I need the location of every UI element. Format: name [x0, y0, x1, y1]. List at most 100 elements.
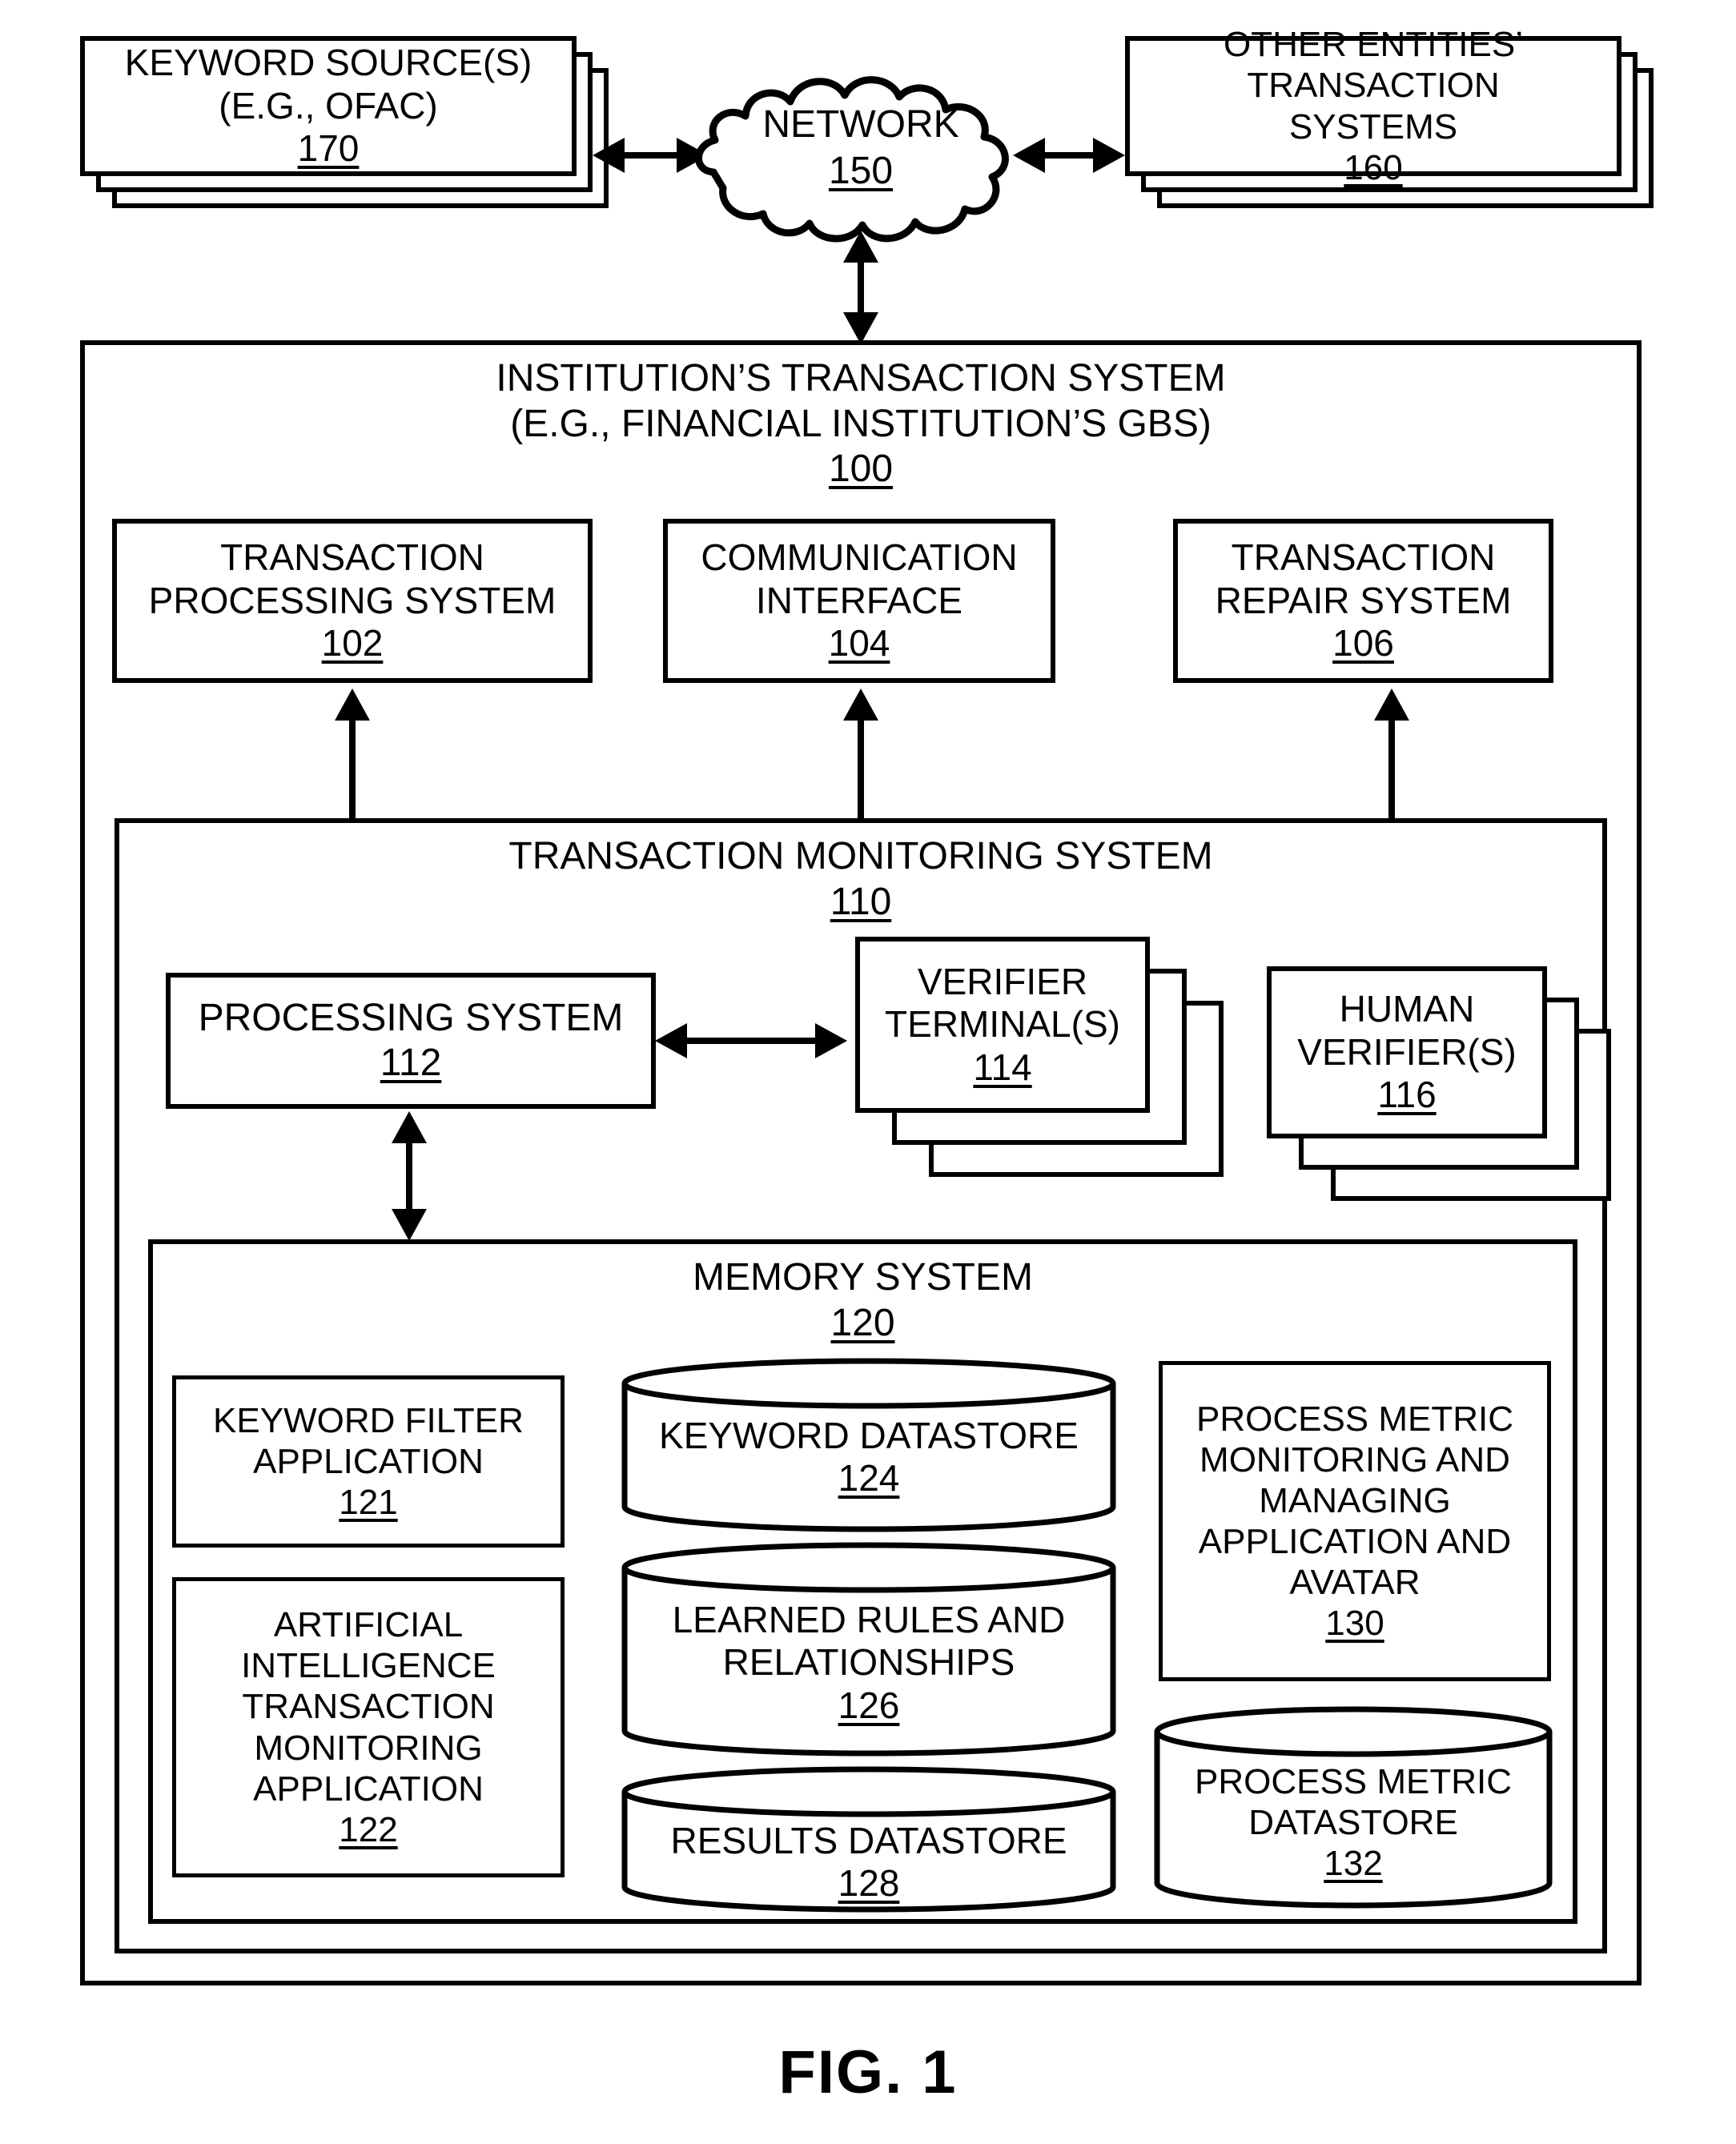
- memory-system-ref: 120: [830, 1301, 895, 1344]
- institution-ref: 100: [828, 448, 894, 491]
- monitoring-title-label: TRANSACTION MONITORING SYSTEM: [508, 835, 1213, 877]
- other-entities-label-line1: OTHER ENTITIES’: [1223, 25, 1524, 65]
- process-metric-application-line2: MONITORING AND: [1200, 1439, 1510, 1480]
- arrowhead-left-keyword-sources: [593, 138, 625, 173]
- transaction-repair-system-line2: REPAIR SYSTEM: [1215, 579, 1512, 621]
- process-metric-application-ref: 130: [1325, 1604, 1384, 1644]
- arrowhead-right-other-entities: [1093, 138, 1125, 173]
- other-entities-label-line2: TRANSACTION: [1247, 66, 1500, 106]
- process-metric-application-line3: MANAGING: [1259, 1480, 1451, 1520]
- results-datastore-text: RESULTS DATASTORE 128: [621, 1820, 1117, 1905]
- learned-rules-ref: 126: [838, 1684, 900, 1726]
- keyword-sources-ref: 170: [297, 127, 360, 170]
- institution-title-line2: (E.G., FINANCIAL INSTITUTION’S GBS): [510, 402, 1212, 445]
- keyword-sources-label-line2: (E.G., OFAC): [219, 84, 438, 126]
- keyword-filter-application-box: KEYWORD FILTER APPLICATION 121: [172, 1375, 565, 1548]
- ai-application-line1: ARTIFICIAL: [273, 1605, 464, 1645]
- communication-interface-box: COMMUNICATION INTERFACE 104: [663, 519, 1055, 683]
- arrowhead-left-processing-system: [655, 1023, 687, 1058]
- human-verifiers-line2: VERIFIER(S): [1297, 1030, 1517, 1073]
- process-metric-datastore-line1: PROCESS METRIC: [1194, 1762, 1513, 1801]
- connector-processing-verifier: [671, 1038, 839, 1044]
- verifier-terminals-ref: 114: [973, 1046, 1032, 1088]
- verifier-terminals-box: VERIFIER TERMINAL(S) 114: [855, 937, 1150, 1113]
- transaction-processing-system-line1: TRANSACTION: [220, 536, 484, 579]
- other-entities-label-line3: SYSTEMS: [1288, 106, 1458, 147]
- arrowhead-up-to-network: [843, 231, 878, 263]
- network-label: NETWORK: [762, 103, 959, 146]
- network-cloud-text: NETWORK 150: [685, 102, 1037, 194]
- human-verifiers-ref: 116: [1377, 1074, 1437, 1116]
- network-cloud: NETWORK 150: [685, 60, 1037, 248]
- keyword-filter-application-line1: KEYWORD FILTER: [213, 1400, 524, 1440]
- transaction-monitoring-system-title: TRANSACTION MONITORING SYSTEM 110: [115, 834, 1607, 925]
- results-datastore-line1: RESULTS DATASTORE: [670, 1820, 1067, 1861]
- transaction-repair-system-box: TRANSACTION REPAIR SYSTEM 106: [1173, 519, 1553, 683]
- arrowhead-right-verifier-terminal: [815, 1023, 847, 1058]
- figure-caption: FIG. 1: [778, 2038, 958, 2106]
- results-datastore-cylinder: RESULTS DATASTORE 128: [621, 1765, 1117, 1913]
- keyword-filter-application-ref: 121: [339, 1483, 398, 1523]
- results-datastore-ref: 128: [838, 1862, 900, 1905]
- keyword-sources-label-line1: KEYWORD SOURCE(S): [124, 42, 532, 84]
- process-metric-datastore-text: PROCESS METRIC DATASTORE 132: [1153, 1761, 1553, 1884]
- transaction-repair-system-ref: 106: [1332, 622, 1394, 664]
- human-verifiers-line1: HUMAN: [1339, 988, 1475, 1030]
- arrowhead-up-communication-interface: [843, 689, 878, 721]
- human-verifiers-card-stack: HUMAN VERIFIER(S) 116: [1267, 966, 1611, 1207]
- verifier-terminals-card-stack: VERIFIER TERMINAL(S) 114: [855, 937, 1224, 1177]
- institution-title-line1: INSTITUTION’S TRANSACTION SYSTEM: [496, 357, 1226, 399]
- patent-figure-page: KEYWORD SOURCE(S) (E.G., OFAC) 170 NETWO…: [0, 0, 1736, 2144]
- process-metric-application-line4: APPLICATION AND: [1198, 1522, 1512, 1561]
- keyword-datastore-cylinder: KEYWORD DATASTORE 124: [621, 1357, 1117, 1533]
- keyword-filter-application-line2: APPLICATION: [253, 1441, 484, 1481]
- process-metric-datastore-line2: DATASTORE: [1248, 1803, 1458, 1843]
- human-verifiers-box: HUMAN VERIFIER(S) 116: [1267, 966, 1547, 1138]
- process-metric-application-line1: PROCESS METRIC: [1196, 1399, 1514, 1439]
- arrowhead-up-processing-system: [392, 1111, 427, 1143]
- arrowhead-down-to-institution: [843, 312, 878, 344]
- communication-interface-line2: INTERFACE: [755, 579, 963, 621]
- arrowhead-up-transaction-processing: [335, 689, 370, 721]
- keyword-datastore-text: KEYWORD DATASTORE 124: [621, 1415, 1117, 1500]
- ai-application-ref: 122: [339, 1809, 398, 1849]
- learned-rules-datastore-text: LEARNED RULES AND RELATIONSHIPS 126: [621, 1599, 1117, 1727]
- learned-rules-datastore-cylinder: LEARNED RULES AND RELATIONSHIPS 126: [621, 1541, 1117, 1757]
- process-metric-datastore-ref: 132: [1324, 1844, 1383, 1884]
- learned-rules-line2: RELATIONSHIPS: [722, 1641, 1015, 1684]
- institution-transaction-system-title: INSTITUTION’S TRANSACTION SYSTEM (E.G., …: [80, 356, 1642, 492]
- ai-application-line4: MONITORING: [254, 1728, 483, 1768]
- other-entities-card-stack: OTHER ENTITIES’ TRANSACTION SYSTEMS 160: [1125, 25, 1654, 208]
- keyword-datastore-ref: 124: [838, 1457, 900, 1500]
- ai-application-line3: TRANSACTION: [242, 1687, 495, 1727]
- arrowhead-down-memory-system: [392, 1209, 427, 1241]
- transaction-repair-system-line1: TRANSACTION: [1231, 536, 1496, 579]
- communication-interface-ref: 104: [828, 622, 890, 664]
- communication-interface-line1: COMMUNICATION: [701, 536, 1018, 579]
- transaction-processing-system-line2: PROCESSING SYSTEM: [148, 579, 557, 621]
- memory-system-title: MEMORY SYSTEM 120: [148, 1255, 1577, 1346]
- ai-transaction-monitoring-application-box: ARTIFICIAL INTELLIGENCE TRANSACTION MONI…: [172, 1577, 565, 1877]
- processing-system-label: PROCESSING SYSTEM: [198, 997, 624, 1040]
- keyword-sources-card-stack: KEYWORD SOURCE(S) (E.G., OFAC) 170: [80, 36, 609, 208]
- ai-application-line5: APPLICATION: [253, 1769, 484, 1809]
- learned-rules-line1: LEARNED RULES AND: [672, 1599, 1066, 1640]
- processing-system-ref: 112: [380, 1042, 442, 1084]
- transaction-processing-system-ref: 102: [321, 622, 384, 664]
- other-entities-ref: 160: [1344, 147, 1403, 187]
- process-metric-datastore-cylinder: PROCESS METRIC DATASTORE 132: [1153, 1705, 1553, 1909]
- verifier-terminals-line1: VERIFIER: [917, 960, 1088, 1002]
- keyword-sources-box: KEYWORD SOURCE(S) (E.G., OFAC) 170: [80, 36, 577, 176]
- other-entities-box: OTHER ENTITIES’ TRANSACTION SYSTEMS 160: [1125, 25, 1621, 187]
- process-metric-application-box: PROCESS METRIC MONITORING AND MANAGING A…: [1159, 1361, 1551, 1681]
- arrowhead-left-network-right: [1013, 138, 1045, 173]
- arrowhead-up-transaction-repair: [1374, 689, 1409, 721]
- memory-system-label: MEMORY SYSTEM: [693, 1256, 1033, 1299]
- monitoring-ref: 110: [830, 880, 892, 923]
- process-metric-application-line5: AVATAR: [1289, 1563, 1421, 1603]
- verifier-terminals-line2: TERMINAL(S): [885, 1003, 1120, 1046]
- transaction-processing-system-box: TRANSACTION PROCESSING SYSTEM 102: [112, 519, 593, 683]
- keyword-datastore-line1: KEYWORD DATASTORE: [659, 1415, 1079, 1456]
- processing-system-box: PROCESSING SYSTEM 112: [166, 973, 656, 1109]
- ai-application-line2: INTELLIGENCE: [241, 1646, 496, 1686]
